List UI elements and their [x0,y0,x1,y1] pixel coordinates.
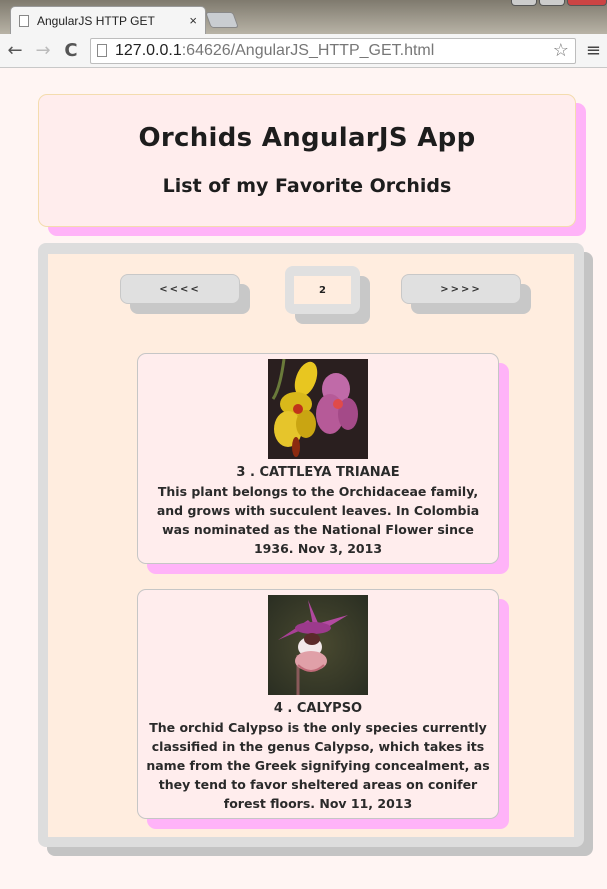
bookmark-star-icon[interactable]: ☆ [553,40,569,61]
previous-page-button[interactable]: <<<< [120,274,240,304]
orchid-title: 4 . CALYPSO [273,701,363,716]
browser-toolbar: ← → C 127.0.0.1 :64626/AngularJS_HTTP_GE… [0,34,607,68]
orchid-description: The orchid Calypso is the only species c… [146,720,490,811]
document-icon [19,14,29,27]
close-window-button[interactable] [567,0,607,6]
app-header: Orchids AngularJS App List of my Favorit… [38,94,576,227]
page-icon [97,44,107,57]
window-controls [511,0,607,6]
new-tab-button[interactable] [205,12,239,28]
app-title: Orchids AngularJS App [138,123,476,153]
orchid-image-cattleya [268,359,368,459]
close-tab-icon[interactable]: × [189,13,197,28]
app-subtitle: List of my Favorite Orchids [162,175,452,197]
orchid-title: 3 . CATTLEYA TRIANAE [236,465,400,480]
orchid-card: 4 . CALYPSO The orchid Calypso is the on… [137,589,499,819]
orchid-image-calypso [268,595,368,695]
browser-tab[interactable]: AngularJS HTTP GET × [10,6,206,34]
back-arrow-icon[interactable]: ← [6,40,24,61]
orchid-card: 3 . CATTLEYA TRIANAE This plant belongs … [137,353,499,564]
address-bar[interactable]: 127.0.0.1 :64626/AngularJS_HTTP_GET.html… [90,37,576,64]
current-page-number: 2 [294,276,351,304]
browser-menu-icon[interactable]: ≡ [586,40,601,61]
browser-titlebar: AngularJS HTTP GET × [0,0,607,34]
orchid-description: This plant belongs to the Orchidaceae fa… [156,484,480,556]
page-indicator: 2 [285,266,360,314]
forward-arrow-icon[interactable]: → [34,40,52,61]
orchid-list-content: <<<< 2 >>>> 3 . CATTLEYA TRIANAE This pl [48,254,574,837]
orchid-list-panel: <<<< 2 >>>> 3 . CATTLEYA TRIANAE This pl [38,243,584,847]
reload-icon[interactable]: C [62,40,80,61]
minimize-button[interactable] [511,0,537,6]
next-page-button[interactable]: >>>> [401,274,521,304]
url-host: 127.0.0.1 [115,41,182,59]
tab-title: AngularJS HTTP GET [37,13,155,28]
url-path: :64626/AngularJS_HTTP_GET.html [181,41,435,59]
maximize-button[interactable] [539,0,565,6]
